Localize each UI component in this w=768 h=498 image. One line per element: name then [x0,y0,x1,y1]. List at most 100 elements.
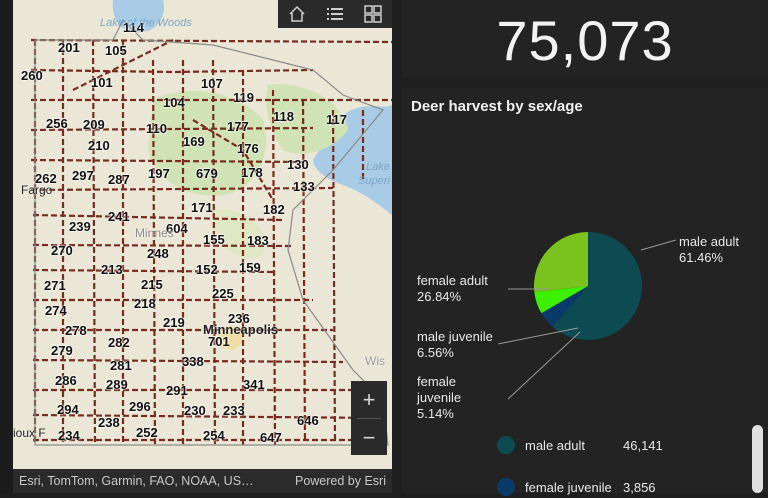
unit-label-294[interactable]: 294 [57,402,79,417]
unit-label-159[interactable]: 159 [239,260,261,275]
unit-label-197[interactable]: 197 [148,166,170,181]
unit-label-107[interactable]: 107 [201,76,223,91]
leader-line [497,327,579,345]
unit-label-182[interactable]: 182 [263,202,285,217]
slice-label-male-juvenile-pct: 6.56% [417,345,454,360]
unit-label-171[interactable]: 171 [191,200,213,215]
unit-label-210[interactable]: 210 [88,138,110,153]
unit-label-201[interactable]: 201 [58,40,80,55]
layer-list-button[interactable] [316,0,354,28]
unit-label-209[interactable]: 209 [83,117,105,132]
legend-item-female-juvenile[interactable]: female juvenile 3,856 [497,476,656,498]
unit-label-341[interactable]: 341 [243,377,265,392]
legend-name: male adult [525,437,585,453]
unit-label-248[interactable]: 248 [147,246,169,261]
map-view[interactable]: 114 105 201 260 101 107 119 104 256 209 110 177 118 1… [13,0,392,469]
slice-label-female-adult-name: female adult [417,273,488,288]
unit-label-117[interactable]: 117 [326,112,347,127]
unit-label-183[interactable]: 183 [247,233,269,248]
slice-label-female-juvenile-name: female juvenile [417,374,462,405]
slice-label-male-adult: male adult 61.46% [679,234,739,266]
unit-label-241[interactable]: 241 [108,209,130,224]
unit-label-177[interactable]: 177 [227,119,249,134]
unit-label-260[interactable]: 260 [21,68,43,83]
unit-label-130[interactable]: 130 [287,157,309,172]
unit-label-230[interactable]: 230 [184,403,206,418]
unit-label-110[interactable]: 110 [146,121,167,136]
legend-item-male-adult[interactable]: male adult 46,141 [497,434,663,456]
unit-label-254[interactable]: 254 [203,428,225,443]
unit-label-271[interactable]: 271 [44,278,66,293]
attribution-text[interactable]: Esri, TomTom, Garmin, FAO, NOAA, US… [19,474,254,488]
slice-label-female-adult: female adult 26.84% [417,273,488,305]
unit-label-176[interactable]: 176 [237,141,259,156]
unit-label-101[interactable]: 101 [91,75,113,90]
slice-label-male-juvenile: male juvenile 6.56% [417,329,493,361]
unit-label-238[interactable]: 238 [98,415,120,430]
unit-label-279[interactable]: 279 [51,343,73,358]
legend-name: female juvenile [525,479,612,495]
lake-woods-label: Lake of the Woods [100,17,192,29]
unit-label-178[interactable]: 178 [241,165,263,180]
unit-label-297[interactable]: 297 [72,168,94,183]
unit-label-239[interactable]: 239 [69,219,91,234]
unit-label-225[interactable]: 225 [212,286,234,301]
unit-label-291[interactable]: 291 [166,383,188,398]
map-toolbar [278,0,392,28]
unit-label-338[interactable]: 338 [182,354,204,369]
basemap-gallery-button[interactable] [354,0,392,28]
unit-label-281[interactable]: 281 [110,358,132,373]
unit-label-252[interactable]: 252 [136,425,158,440]
legend-dot [497,478,515,496]
unit-label-233[interactable]: 233 [223,403,245,418]
unit-label-278[interactable]: 278 [65,323,87,338]
unit-label-219[interactable]: 219 [163,315,185,330]
zoom-control: + − [351,381,387,455]
unit-label-218[interactable]: 218 [134,296,156,311]
unit-label-104[interactable]: 104 [163,95,185,110]
slice-label-female-juvenile-pct: 5.14% [417,406,454,421]
unit-label-270[interactable]: 270 [51,243,73,258]
unit-label-155[interactable]: 155 [203,232,225,247]
leader-line [640,239,677,251]
unit-label-133[interactable]: 133 [293,179,315,194]
zoom-in-button[interactable]: + [351,381,387,418]
total-harvest-value: 75,073 [496,9,674,72]
unit-label-215[interactable]: 215 [141,277,163,292]
unit-label-213[interactable]: 213 [101,262,123,277]
basemap-gallery-icon [364,5,382,23]
scrollbar[interactable] [752,425,763,493]
slice-label-male-adult-name: male adult [679,234,739,249]
unit-label-118[interactable]: 118 [273,109,294,124]
unit-label-256[interactable]: 256 [46,116,68,131]
unit-label-296[interactable]: 296 [129,399,151,414]
unit-label-286[interactable]: 286 [55,373,77,388]
wisconsin-label: Wis [365,354,385,368]
sioux-falls-label: ioux F [13,426,46,440]
zoom-out-button[interactable]: − [351,419,387,456]
unit-label-152[interactable]: 152 [196,262,218,277]
home-button[interactable] [278,0,316,28]
home-icon [289,5,305,22]
pie-slice-female-adult[interactable] [534,232,588,293]
slice-label-male-juvenile-name: male juvenile [417,329,493,344]
unit-label-105[interactable]: 105 [105,43,127,58]
lake-superior-label-1: Lake [366,161,390,173]
unit-label-679[interactable]: 679 [196,166,218,181]
slice-label-female-juvenile: female juvenile 5.14% [417,374,477,422]
legend-value: 46,141 [623,437,663,453]
unit-label-646[interactable]: 646 [297,413,319,428]
unit-label-282[interactable]: 282 [108,335,130,350]
map-attribution: Esri, TomTom, Garmin, FAO, NOAA, US… Pow… [13,469,392,493]
lake-superior-label-2: Superi [358,175,390,187]
unit-label-647[interactable]: 647 [260,430,282,445]
powered-by-esri[interactable]: Powered by Esri [295,474,386,488]
unit-label-119[interactable]: 119 [233,90,254,105]
unit-label-169[interactable]: 169 [183,134,205,149]
unit-label-274[interactable]: 274 [45,303,67,318]
unit-label-287[interactable]: 287 [108,172,130,187]
layer-list-icon [327,8,343,20]
minnesota-label: Minnes [135,226,174,240]
unit-label-289[interactable]: 289 [106,377,128,392]
unit-label-234[interactable]: 234 [58,428,80,443]
